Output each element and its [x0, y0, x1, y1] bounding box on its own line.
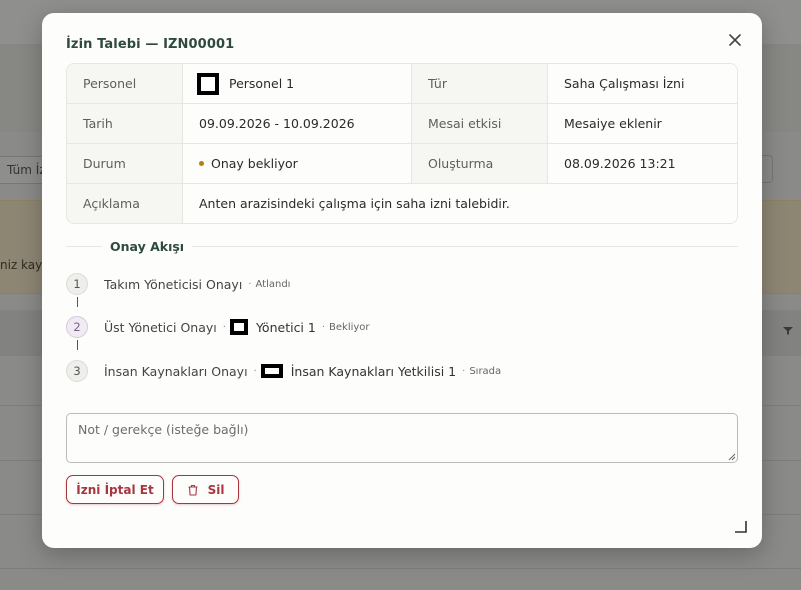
step-separator: ·	[253, 365, 257, 377]
personel-name: Personel 1	[229, 76, 295, 91]
step-person: Yönetici 1	[255, 319, 316, 335]
cancel-leave-button[interactable]: İzni İptal Et	[66, 475, 164, 504]
approval-flow-title: Onay Akışı	[102, 239, 193, 254]
avatar	[229, 319, 248, 335]
olusturma-label: Oluşturma	[412, 144, 548, 183]
filter-icon	[783, 326, 793, 339]
step-status: Atlandı	[255, 278, 291, 290]
aciklama-value: Anten arazisindeki çalışma için saha izn…	[183, 184, 737, 223]
close-icon[interactable]	[726, 31, 744, 49]
approval-step-2: 2 Üst Yönetici Onayı · Yönetici 1 · Bekl…	[66, 316, 370, 338]
step-status: Sırada	[469, 365, 502, 377]
aciklama-label: Açıklama	[67, 184, 183, 223]
olusturma-value: 08.09.2026 13:21	[548, 144, 737, 183]
resize-handle-icon[interactable]	[728, 453, 736, 461]
status-dot-icon	[199, 161, 204, 166]
tur-value: Saha Çalışması İzni	[548, 64, 737, 103]
details-row: Durum Onay bekliyor Oluşturma 08.09.2026…	[67, 144, 737, 184]
trash-icon	[188, 484, 198, 496]
step-number: 3	[66, 360, 88, 382]
tur-label: Tür	[412, 64, 548, 103]
step-status: Bekliyor	[329, 321, 370, 333]
personel-label: Personel	[67, 64, 183, 103]
step-separator: ·	[321, 321, 326, 333]
step-separator: ·	[248, 278, 252, 290]
mesai-value: Mesaiye eklenir	[548, 104, 737, 143]
step-separator: ·	[222, 321, 226, 333]
step-number: 1	[66, 273, 88, 295]
details-row: Açıklama Anten arazisindeki çalışma için…	[67, 184, 737, 223]
delete-label: Sil	[207, 482, 225, 497]
approval-flow-header: Onay Akışı	[66, 239, 738, 255]
background-row-divider	[0, 568, 801, 569]
step-label: Üst Yönetici Onayı	[104, 319, 217, 335]
step-person: İnsan Kaynakları Yetkilisi 1	[290, 363, 457, 379]
step-label: İnsan Kaynakları Onayı	[104, 363, 248, 379]
details-row: Tarih 09.09.2026 - 10.09.2026 Mesai etki…	[67, 104, 737, 144]
status-badge: Onay bekliyor	[211, 156, 298, 171]
step-label: Takım Yöneticisi Onayı	[104, 276, 243, 292]
details-row: Personel Personel 1 Tür Saha Çalışması İ…	[67, 64, 737, 104]
note-textarea[interactable]	[66, 413, 738, 463]
delete-button[interactable]: Sil	[172, 475, 239, 504]
personel-value: Personel 1	[183, 64, 412, 103]
durum-label: Durum	[67, 144, 183, 183]
step-separator: ·	[462, 365, 466, 377]
tarih-value: 09.09.2026 - 10.09.2026	[183, 104, 412, 143]
tarih-label: Tarih	[67, 104, 183, 143]
background-filter-chip: Tüm İzinler	[0, 156, 48, 184]
details-table: Personel Personel 1 Tür Saha Çalışması İ…	[66, 63, 738, 224]
step-connector	[77, 340, 78, 350]
approval-step-1: 1 Takım Yöneticisi Onayı · Atlandı	[66, 273, 290, 295]
step-number: 2	[66, 316, 88, 338]
modal-title: İzin Talebi — IZN00001	[66, 37, 235, 52]
leave-request-modal: İzin Talebi — IZN00001 Personel Personel…	[42, 13, 762, 548]
approval-step-3: 3 İnsan Kaynakları Onayı · İnsan Kaynakl…	[66, 360, 501, 382]
avatar	[197, 72, 219, 95]
mesai-label: Mesai etkisi	[412, 104, 548, 143]
step-connector	[77, 297, 78, 307]
avatar	[260, 364, 283, 378]
durum-value: Onay bekliyor	[183, 144, 412, 183]
resize-corner-icon[interactable]	[734, 520, 748, 534]
cancel-leave-label: İzni İptal Et	[76, 482, 154, 497]
background-banner-text: niz kayıt	[0, 258, 42, 272]
